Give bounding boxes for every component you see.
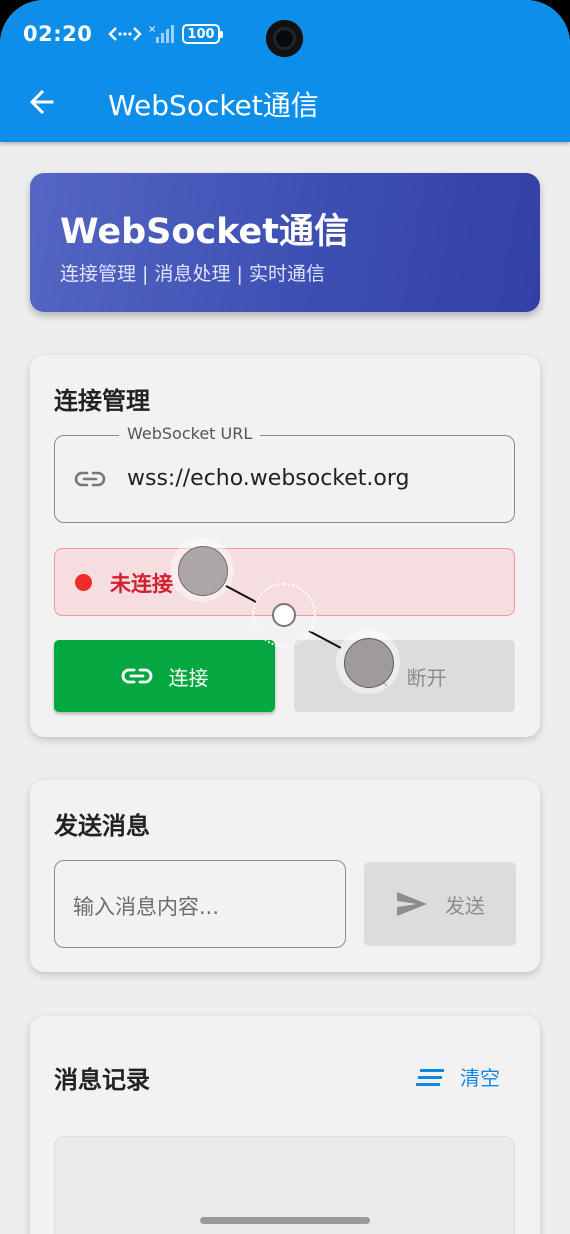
send-button-label: 发送 bbox=[445, 893, 485, 918]
hero-banner: WebSocket通信 连接管理 | 消息处理 | 实时通信 bbox=[30, 173, 540, 312]
url-input-label: WebSocket URL bbox=[119, 424, 261, 443]
message-log-card: 消息记录 清空 bbox=[30, 1016, 540, 1234]
url-input[interactable]: WebSocket URL wss://echo.websocket.org bbox=[54, 424, 515, 523]
arrow-left-icon bbox=[29, 89, 54, 115]
hero-subtitle: 连接管理 | 消息处理 | 实时通信 bbox=[60, 263, 325, 285]
battery-icon: 100 bbox=[182, 24, 223, 44]
status-bar: 02:20 × 100 bbox=[0, 0, 570, 70]
back-button[interactable] bbox=[22, 82, 62, 122]
message-input-placeholder: 输入消息内容... bbox=[73, 895, 220, 919]
touch-point-indicator bbox=[336, 630, 400, 694]
connection-status-text: 未连接 bbox=[110, 572, 173, 596]
svg-text:×: × bbox=[148, 24, 156, 35]
home-indicator[interactable] bbox=[200, 1217, 370, 1224]
hero-title: WebSocket通信 bbox=[60, 212, 349, 252]
send-message-card: 发送消息 输入消息内容... 发送 bbox=[30, 780, 540, 972]
clear-all-icon bbox=[416, 1068, 444, 1086]
connect-button-label: 连接 bbox=[168, 665, 209, 690]
send-card-title: 发送消息 bbox=[54, 812, 150, 840]
gesture-center-point bbox=[272, 603, 296, 627]
log-card-title: 消息记录 bbox=[54, 1066, 150, 1094]
status-time: 02:20 bbox=[23, 22, 93, 46]
clear-button[interactable]: 清空 bbox=[416, 1062, 500, 1091]
connection-card-title: 连接管理 bbox=[54, 387, 150, 415]
disconnect-button[interactable]: 断开 bbox=[294, 640, 515, 712]
url-input-value: wss://echo.websocket.org bbox=[127, 466, 410, 491]
camera-cutout bbox=[266, 20, 303, 57]
send-button[interactable]: 发送 bbox=[364, 862, 516, 946]
touch-point-indicator bbox=[170, 538, 234, 602]
status-icons: × 100 bbox=[108, 23, 223, 45]
app-bar-title: WebSocket通信 bbox=[108, 89, 319, 122]
phone-screen: 02:20 × 100 WebSocket通信 WebSocket通信 连接管理… bbox=[0, 0, 570, 1234]
data-transfer-icon bbox=[108, 27, 142, 41]
link-icon bbox=[121, 668, 152, 684]
send-icon bbox=[397, 892, 427, 916]
clear-button-label: 清空 bbox=[460, 1066, 500, 1090]
link-icon bbox=[74, 471, 106, 487]
app-bar: 02:20 × 100 WebSocket通信 bbox=[0, 0, 570, 142]
signal-icon: × bbox=[148, 24, 174, 43]
connection-card: 连接管理 WebSocket URL wss://echo.websocket.… bbox=[30, 355, 540, 737]
connect-button[interactable]: 连接 bbox=[54, 640, 275, 712]
status-dot-icon bbox=[75, 574, 92, 591]
disconnect-button-label: 断开 bbox=[406, 665, 447, 690]
message-input[interactable]: 输入消息内容... bbox=[54, 860, 346, 948]
